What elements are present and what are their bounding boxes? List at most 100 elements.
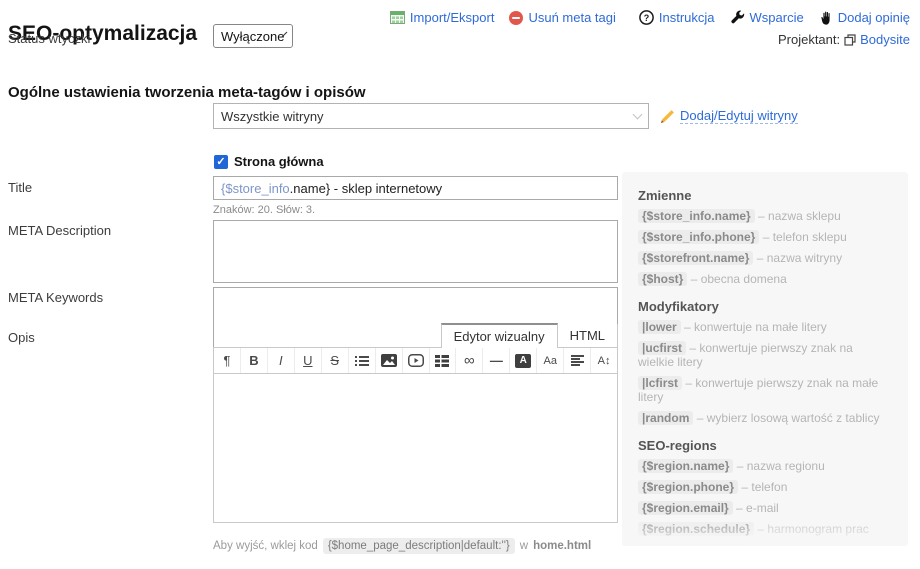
modifier-code[interactable]: |lower xyxy=(638,320,681,334)
strikethrough-icon: S xyxy=(330,353,340,368)
region-variable-code[interactable]: {$region.country} xyxy=(638,543,747,546)
list-button[interactable] xyxy=(349,348,376,373)
line-height-button[interactable]: A↕ xyxy=(591,348,617,373)
title-value-variable: {$store_info xyxy=(221,180,290,196)
table-button[interactable] xyxy=(430,348,457,373)
hint-code-chip: {$home_page_description|default:''} xyxy=(322,538,515,554)
title-counter: Znaków: 20. Słów: 3. xyxy=(213,204,316,216)
variable-desc: – telefon sklepu xyxy=(762,230,847,244)
status-label: Status wtyczki xyxy=(8,31,91,46)
title-label: Title xyxy=(8,180,33,195)
region-variable-desc: – harmonogram prac xyxy=(757,522,869,536)
variable-desc: – obecna domena xyxy=(690,272,787,286)
header-actions: Import/Eksport Usuń meta tagi ? Instrukc… xyxy=(389,10,910,25)
underline-button[interactable]: U xyxy=(295,348,322,373)
region-variable-desc: – nazwa regionu xyxy=(736,459,825,473)
tab-html[interactable]: HTML xyxy=(558,324,618,348)
meta-keywords-label: META Keywords xyxy=(8,290,104,305)
variables-panel: Zmienne {$store_info.name} – nazwa sklep… xyxy=(622,172,908,546)
support-link[interactable]: Wsparcie xyxy=(730,10,804,25)
tab-visual-editor[interactable]: Edytor wizualny xyxy=(440,323,558,348)
list-item: {$storefront.name} – nazwa witryny xyxy=(638,251,892,265)
italic-button[interactable]: I xyxy=(268,348,295,373)
modifier-desc: – konwertuje na małe litery xyxy=(684,320,827,334)
italic-icon: I xyxy=(279,353,283,368)
bold-button[interactable]: B xyxy=(241,348,268,373)
modifier-code[interactable]: |ucfirst xyxy=(638,341,687,355)
list-item: |random – wybierz losową wartość z tabli… xyxy=(638,411,892,425)
designer-credit: Projektant: Bodysite xyxy=(778,32,910,47)
link-button[interactable]: ∞ xyxy=(456,348,484,373)
region-variable-code[interactable]: {$region.email} xyxy=(638,501,733,515)
modifiers-section-heading: Modyfikatory xyxy=(638,299,719,314)
region-variable-desc: – e-mail xyxy=(736,501,779,515)
title-input[interactable]: {$store_info .name} - sklep internetowy xyxy=(213,176,618,200)
import-export-link[interactable]: Import/Eksport xyxy=(389,10,495,25)
meta-description-textarea[interactable] xyxy=(213,220,618,283)
strikethrough-button[interactable]: S xyxy=(322,348,349,373)
instruction-label: Instrukcja xyxy=(658,10,715,25)
bg-color-button[interactable]: A xyxy=(510,348,538,373)
list-icon xyxy=(354,355,369,367)
hr-button[interactable]: — xyxy=(483,348,511,373)
video-icon xyxy=(407,354,424,367)
instruction-link[interactable]: ? Instrukcja xyxy=(639,10,715,25)
font-button[interactable]: Aa xyxy=(537,348,565,373)
paragraph-button[interactable]: ¶ xyxy=(214,348,241,373)
align-button[interactable] xyxy=(564,348,592,373)
designer-label: Projektant: xyxy=(777,32,841,47)
feedback-link[interactable]: Dodaj opinię xyxy=(819,10,910,25)
list-item: |lower – konwertuje na małe litery xyxy=(638,320,892,334)
image-button[interactable] xyxy=(376,348,403,373)
align-icon xyxy=(570,355,584,366)
hint-file-name: home.html xyxy=(533,540,592,552)
status-select[interactable]: Wyłączone xyxy=(213,24,293,48)
seo-settings-page: SEO-optymalizacja Import/Eksport Usuń me… xyxy=(0,0,920,569)
title-value-text: - sklep internetowy xyxy=(330,180,443,196)
horizontal-rule-icon: — xyxy=(489,353,503,368)
homepage-checkbox-label: Strona główna xyxy=(234,154,324,169)
region-variable-desc: – telefon xyxy=(741,480,788,494)
opis-label: Opis xyxy=(8,330,35,345)
variable-code[interactable]: {$store_info.name} xyxy=(638,209,755,223)
region-variable-code[interactable]: {$region.name} xyxy=(638,459,734,473)
edit-sites-link[interactable]: Dodaj/Edytuj witryny xyxy=(680,108,798,124)
variable-code[interactable]: {$store_info.phone} xyxy=(638,230,760,244)
modifier-code[interactable]: |lcfirst xyxy=(638,376,683,390)
remove-meta-tags-link[interactable]: Usuń meta tagi xyxy=(509,10,616,25)
modifier-desc: – wybierz losową wartość z tablicy xyxy=(696,411,880,425)
list-item: {$store_info.phone} – telefon sklepu xyxy=(638,230,892,244)
remove-meta-tags-label: Usuń meta tagi xyxy=(528,10,616,25)
variable-code[interactable]: {$storefront.name} xyxy=(638,251,754,265)
site-select[interactable]: Wszystkie witryny xyxy=(213,103,649,129)
designer-link[interactable]: Bodysite xyxy=(860,32,910,47)
edit-sites: Dodaj/Edytuj witryny xyxy=(660,108,798,124)
bg-color-icon: A xyxy=(515,353,532,368)
chevron-down-icon xyxy=(632,109,643,120)
modifier-code[interactable]: |random xyxy=(638,411,694,425)
variable-desc: – nazwa witryny xyxy=(756,251,843,265)
variable-desc: – nazwa sklepu xyxy=(758,209,841,223)
import-export-label: Import/Eksport xyxy=(409,10,495,25)
region-variable-code[interactable]: {$region.phone} xyxy=(638,480,739,494)
link-icon: ∞ xyxy=(464,352,475,369)
line-height-icon: A↕ xyxy=(597,354,611,367)
list-item: {$region.email} – e-mail xyxy=(638,501,892,515)
meta-description-label: META Description xyxy=(8,223,112,238)
opis-editor-area[interactable] xyxy=(213,373,618,523)
external-window-icon xyxy=(844,33,856,46)
home-html-hint: Aby wyjść, wklej kod {$home_page_descrip… xyxy=(213,538,591,554)
help-circle-icon: ? xyxy=(639,10,654,25)
list-item: |lcfirst – konwertuje pierwszy znak na m… xyxy=(638,376,892,404)
image-icon xyxy=(380,354,397,367)
video-button[interactable] xyxy=(403,348,430,373)
underline-icon: U xyxy=(303,353,313,368)
variable-code[interactable]: {$host} xyxy=(638,272,688,286)
list-item: {$region.name} – nazwa regionu xyxy=(638,459,892,473)
hint-middle: w xyxy=(519,540,529,552)
bold-icon: B xyxy=(249,353,259,368)
region-variable-code[interactable]: {$region.schedule} xyxy=(638,522,755,536)
spreadsheet-icon xyxy=(389,11,405,24)
seo-regions-section-heading: SEO-regions xyxy=(638,438,717,453)
homepage-checkbox[interactable]: ✓ xyxy=(214,154,228,169)
